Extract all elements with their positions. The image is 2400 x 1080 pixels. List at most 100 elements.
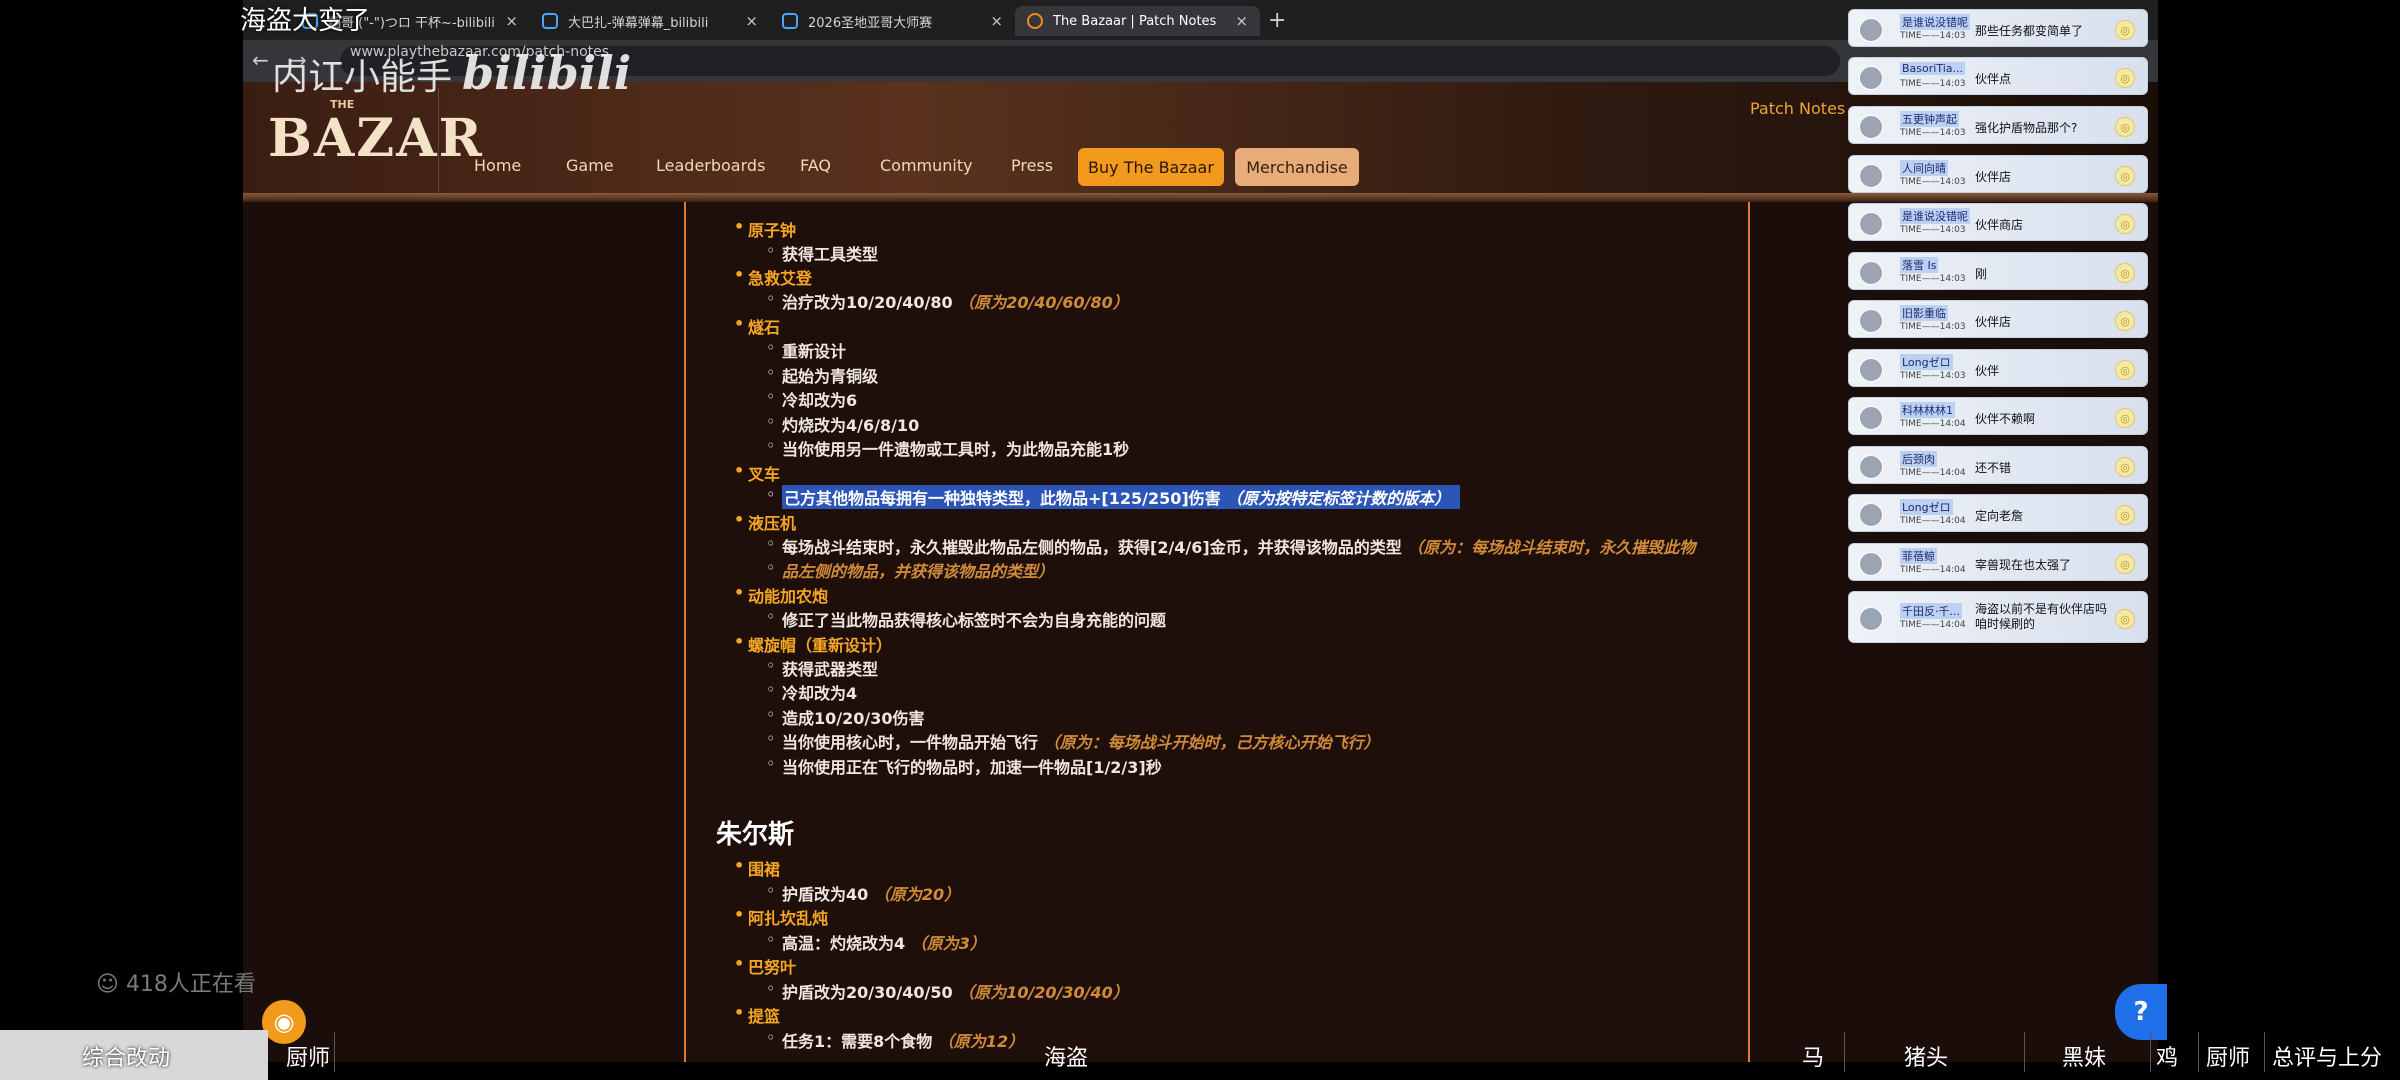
change-text: 任务1：需要8个食物 [782,1032,933,1051]
danmaku-item[interactable]: 千田反·千... TIME——14:04 海盗以前不是有伙伴店吗 咱时候刷的 ◎ [1848,591,2148,643]
chapter-label[interactable]: 厨师 [286,1040,330,1072]
back-arrow-icon[interactable]: ← [252,48,269,72]
item-change: 修正了当此物品获得核心标签时不会为自身充能的问题 [766,607,1166,631]
chapter-label[interactable]: 总评与上分 [2272,1040,2382,1072]
coin-icon: ◎ [2115,554,2135,574]
item-change-highlighted[interactable]: 己方其他物品每拥有一种独特类型，此物品+[125/250]伤害 （原为按特定标签… [766,485,1461,509]
close-icon[interactable]: × [745,12,758,30]
tab-label: The Bazaar | Patch Notes [1053,13,1217,29]
danmaku-message: 那些任务都变简单了 [1975,24,2084,38]
change-text: 当你使用另一件遗物或工具时，为此物品充能1秒 [782,440,1130,459]
item-change: 冷却改为6 [766,387,857,411]
logo-divider [438,88,439,194]
danmaku-item[interactable]: 五更钟声起 TIME——14:03 强化护盾物品那个? ◎ [1848,106,2148,144]
patch-notes-link[interactable]: Patch Notes [1750,99,1845,118]
item-change: 当你使用另一件遗物或工具时，为此物品充能1秒 [766,436,1130,460]
tab-patch-notes[interactable]: The Bazaar | Patch Notes × [1015,6,1260,36]
danmaku-item[interactable]: 人间向晴 TIME——14:03 伙伴店 ◎ [1848,155,2148,193]
danmaku-item[interactable]: 菲蓓鲸 TIME——14:04 宰兽现在也太强了 ◎ [1848,543,2148,581]
avatar [1859,309,1883,333]
change-text: 冷却改为4 [782,684,858,703]
bazaar-tab-icon [1027,13,1043,29]
item-title: 巴努叶 [734,954,796,978]
chapter-divider [334,1032,335,1072]
danmaku-time: TIME——14:04 [1900,419,1966,429]
original-value: （原为：每场战斗结束时，永久摧毁此物 [1407,538,1696,557]
nav-community[interactable]: Community [880,156,973,175]
close-icon[interactable]: × [505,12,518,30]
item-change: 任务1：需要8个食物 （原为12） [766,1028,1024,1052]
viewer-count-text: 418人正在看 [125,972,256,997]
danmaku-item[interactable]: 是谁说没错呢 TIME——14:03 那些任务都变简单了 ◎ [1848,9,2148,47]
merchandise-button[interactable]: Merchandise [1235,148,1359,186]
change-text: 造成10/20/30伤害 [782,709,925,728]
danmaku-message: 海盗以前不是有伙伴店吗 咱时候刷的 [1975,602,2108,631]
chapter-label[interactable]: 鸡 [2156,1040,2178,1072]
change-text: 当你使用正在飞行的物品时，加速一件物品[1/2/3]秒 [782,758,1162,777]
danmaku-username: 是谁说没错呢 [1900,208,1970,224]
nav-game[interactable]: Game [566,156,614,175]
item-title: 动能加农炮 [734,583,828,607]
bazaar-logo[interactable]: THE BAZAR [268,98,482,178]
nav-home[interactable]: Home [474,156,521,175]
danmaku-item[interactable]: 后颈肉 TIME——14:04 还不错 ◎ [1848,446,2148,484]
change-text: 每场战斗结束时，永久摧毁此物品左侧的物品，获得[2/4/6]金币，并获得该物品的… [782,538,1402,557]
danmaku-item[interactable]: 旧影重临 TIME——14:03 伙伴店 ◎ [1848,300,2148,338]
chapter-divider [1844,1032,1845,1072]
help-button[interactable]: ? [2115,984,2167,1040]
danmaku-message: 宰兽现在也太强了 [1975,558,2072,572]
danmaku-item[interactable]: BasoriTia... TIME——14:03 伙伴点 ◎ [1848,57,2148,95]
danmaku-item[interactable]: Longゼロ TIME——14:04 定向老詹 ◎ [1848,494,2148,532]
avatar [1859,212,1883,236]
danmaku-time: TIME——14:03 [1900,128,1966,138]
danmaku-item[interactable]: Longゼロ TIME——14:03 伙伴 ◎ [1848,349,2148,387]
danmaku-time: TIME——14:04 [1900,620,1966,630]
danmaku-item[interactable]: 落雪 Is TIME——14:03 刚 ◎ [1848,252,2148,290]
nav-press[interactable]: Press [1011,156,1053,175]
item-change: 当你使用核心时，一件物品开始飞行 （原为：每场战斗开始时，己方核心开始飞行） [766,729,1380,753]
chapter-label-active[interactable]: 综合改动 [82,1040,170,1072]
chapter-label[interactable]: 黑妹 [2062,1040,2106,1072]
item-change: 获得工具类型 [766,241,878,265]
chapter-label[interactable]: 海盗 [1044,1040,1088,1072]
danmaku-item[interactable]: 科林林林1 TIME——14:04 伙伴不赖啊 ◎ [1848,397,2148,435]
item-change: 治疗改为10/20/40/80 （原为20/40/60/80） [766,289,1129,313]
danmaku-time: TIME——14:03 [1900,177,1966,187]
avatar [1859,607,1883,631]
header-divider [243,193,2158,202]
item-change: 获得武器类型 [766,656,879,680]
coin-icon: ◎ [2115,311,2135,331]
danmaku-item[interactable]: 是谁说没错呢 TIME——14:03 伙伴商店 ◎ [1848,203,2148,241]
chapter-divider [2150,1032,2151,1072]
chapter-divider [2024,1032,2025,1072]
change-text: 获得武器类型 [782,660,879,679]
tab-bilibili-3[interactable]: 2026圣地亚哥大师赛 × [770,6,1015,36]
item-change: 当你使用正在飞行的物品时，加速一件物品[1/2/3]秒 [766,754,1162,778]
item-change: 冷却改为4 [766,680,858,704]
danmaku-username: Longゼロ [1900,499,1953,515]
coin-icon: ◎ [2115,457,2135,477]
avatar [1859,406,1883,430]
original-value: （原为：每场战斗开始时，己方核心开始飞行） [1043,733,1380,752]
chapter-label[interactable]: 马 [1802,1040,1824,1072]
tab-bilibili-2[interactable]: 大巴扎-弹幕弹幕_bilibili × [530,6,770,36]
original-value: （原为10/20/30/40） [958,983,1129,1002]
change-text: 灼烧改为4/6/8/10 [782,416,920,435]
new-tab-button[interactable]: + [1268,8,1286,33]
avatar [1859,503,1883,527]
nav-faq[interactable]: FAQ [800,156,831,175]
danmaku-time: TIME——14:04 [1900,516,1966,526]
nav-leaderboards[interactable]: Leaderboards [656,156,765,175]
chapter-label[interactable]: 猪头 [1904,1040,1948,1072]
coin-icon: ◎ [2115,214,2135,234]
change-text: 起始为青铜级 [782,367,879,386]
chapter-label[interactable]: 厨师 [2206,1040,2250,1072]
close-icon[interactable]: × [1235,12,1248,30]
close-icon[interactable]: × [990,12,1003,30]
avatar [1859,261,1883,285]
change-text: 当你使用核心时，一件物品开始飞行 [782,733,1039,752]
fingerprint-icon[interactable]: ◉ [262,1000,306,1044]
buy-the-bazaar-button[interactable]: Buy The Bazaar [1078,148,1224,186]
item-change: 起始为青铜级 [766,363,879,387]
chapter-divider [2198,1032,2199,1072]
